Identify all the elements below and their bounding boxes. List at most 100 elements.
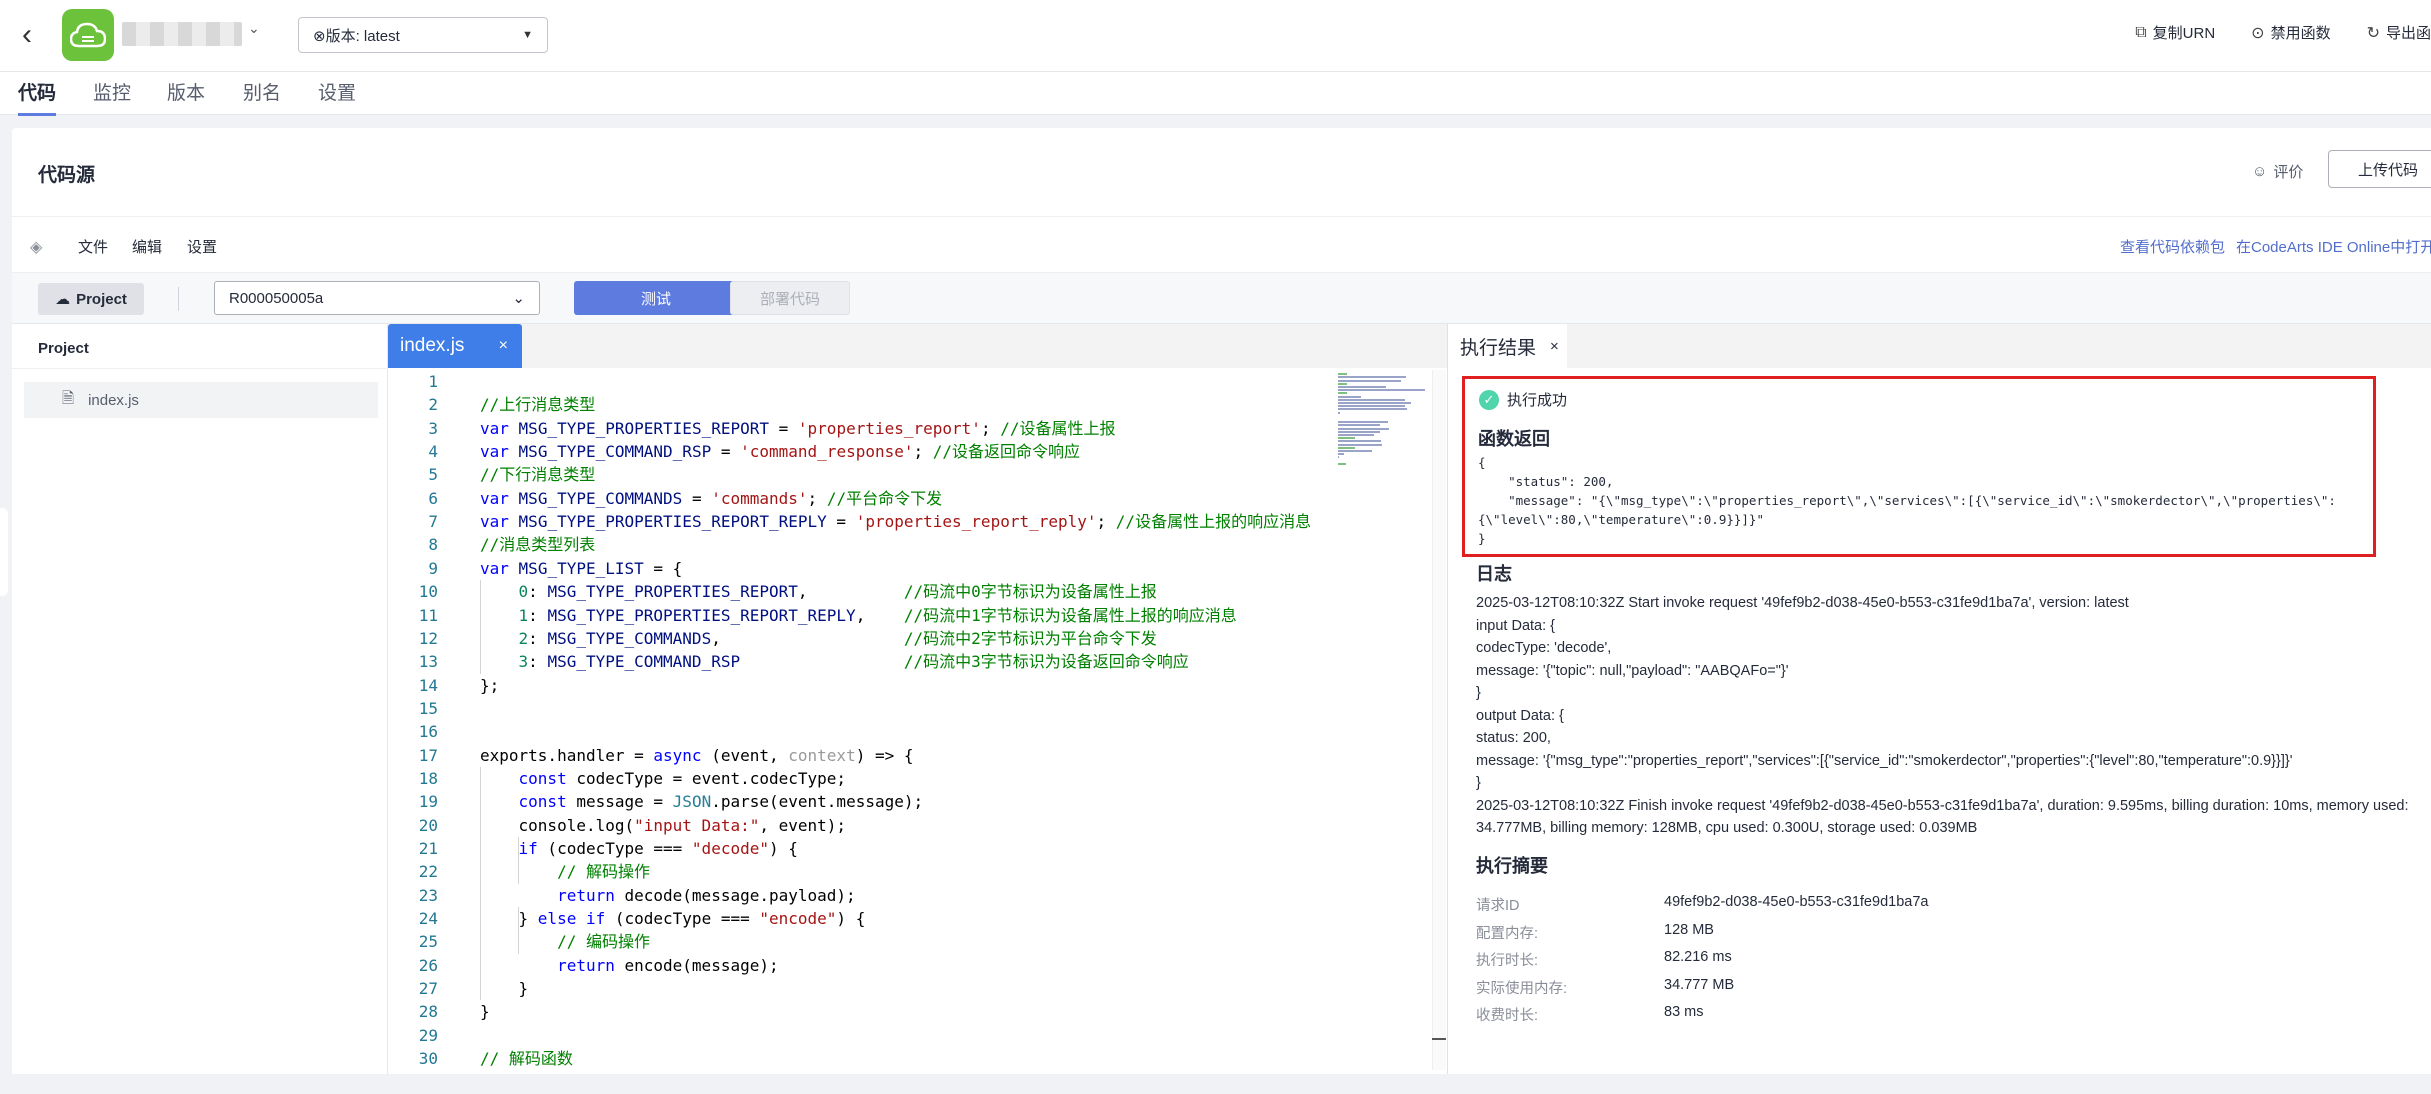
minimap-line bbox=[1338, 398, 1406, 401]
result-tab[interactable]: 执行结果 × bbox=[1452, 324, 1567, 368]
result-highlight-box: ✓ 执行成功 函数返回 { "status": 200, "message": … bbox=[1462, 376, 2376, 557]
line-number: 22 bbox=[418, 862, 438, 882]
minimap-line bbox=[1338, 392, 1347, 395]
code-line[interactable]: 3 var MSG_TYPE_PROPERTIES_REPORT = 'prope… bbox=[388, 417, 1115, 441]
collapse-handle[interactable] bbox=[0, 508, 8, 596]
code-line[interactable]: 14}; bbox=[388, 674, 500, 698]
minimap-line bbox=[1338, 440, 1381, 443]
code-line[interactable]: 29 bbox=[388, 1024, 438, 1048]
result-tabbar: 执行结果 × bbox=[1452, 324, 2431, 368]
minimap-line bbox=[1338, 382, 1347, 385]
code-text: if (codecType === "decode") { bbox=[518, 839, 798, 858]
summary-value: 34.777 MB bbox=[1664, 976, 1735, 993]
code-line[interactable]: 17 exports.handler = async (event, contex… bbox=[388, 744, 914, 768]
project-button[interactable]: ☁ Project bbox=[38, 283, 144, 315]
code-text: var MSG_TYPE_LIST = { bbox=[480, 558, 683, 578]
code-line[interactable]: 24 } else if (codecType === "encode") { bbox=[388, 907, 866, 931]
minimap-line bbox=[1338, 402, 1411, 404]
menu-file[interactable]: 文件 bbox=[78, 236, 108, 257]
code-line[interactable]: 20 console.log("input Data:", event); bbox=[388, 814, 846, 838]
code-line[interactable]: 23 return decode(message.payload); bbox=[388, 884, 856, 908]
view-dependencies-link[interactable]: 查看代码依赖包 bbox=[2120, 236, 2225, 257]
editor-tab-label: index.js bbox=[400, 335, 465, 356]
code-line[interactable]: 5 //下行消息类型 bbox=[388, 463, 595, 487]
chevron-down-icon[interactable]: ⌄ bbox=[248, 20, 260, 37]
code-line[interactable]: 10 0: MSG_TYPE_PROPERTIES_REPORT, //码流中0… bbox=[388, 580, 1157, 604]
log-line: input Data: { bbox=[1476, 617, 1555, 634]
code-text: return decode(message.payload); bbox=[557, 885, 856, 905]
version-select[interactable]: ⊗版本: latest ▼ bbox=[298, 17, 548, 53]
close-icon[interactable]: × bbox=[1550, 338, 1559, 355]
code-line[interactable]: 2 //上行消息类型 bbox=[388, 393, 595, 417]
tab-versions[interactable]: 版本 bbox=[167, 78, 205, 105]
code-line[interactable]: 6 var MSG_TYPE_COMMANDS = 'commands'; //平… bbox=[388, 487, 942, 511]
line-number: 1 bbox=[428, 372, 438, 391]
upload-code-button[interactable]: 上传代码 bbox=[2328, 150, 2431, 188]
test-event-select[interactable]: R000050005a ⌄ bbox=[214, 281, 540, 315]
code-line[interactable]: 21 if (codecType === "decode") { bbox=[388, 837, 798, 861]
file-item-index-js[interactable]: 🗎 index.js bbox=[24, 382, 378, 418]
minimap-line bbox=[1338, 446, 1355, 449]
ide-menubar: ◈ 文件 编辑 设置 查看代码依赖包 在CodeArts IDE Online中… bbox=[12, 216, 2431, 272]
log-line: } bbox=[1476, 775, 1481, 791]
summary-key: 执行时长: bbox=[1476, 953, 1539, 969]
tab-settings[interactable]: 设置 bbox=[318, 78, 356, 105]
deploy-code-button[interactable]: 部署代码 bbox=[730, 281, 850, 315]
status-badge: ✓ 执行成功 bbox=[1479, 389, 1567, 410]
log-line: codecType: 'decode', bbox=[1476, 640, 1612, 656]
code-line[interactable]: 11 1: MSG_TYPE_PROPERTIES_REPORT_REPLY, … bbox=[388, 604, 1237, 628]
code-line[interactable]: 19 const message = JSON.parse(event.mess… bbox=[388, 790, 923, 814]
code-line[interactable]: 30 // 解码函数 bbox=[388, 1047, 573, 1071]
code-line[interactable]: 1 bbox=[388, 370, 438, 394]
code-line[interactable]: 18 const codecType = event.codecType; bbox=[388, 767, 846, 791]
minimap-line bbox=[1338, 408, 1408, 411]
code-text: var MSG_TYPE_PROPERTIES_REPORT_REPLY = '… bbox=[480, 512, 1312, 532]
code-line[interactable]: 8 //消息类型列表 bbox=[388, 533, 595, 557]
minimap-line bbox=[1338, 386, 1387, 388]
export-function-button[interactable]: ↻ 导出函 bbox=[2367, 22, 2431, 43]
test-button[interactable]: 测试 bbox=[574, 281, 738, 315]
code-line[interactable]: 28} bbox=[388, 1000, 490, 1024]
tab-code[interactable]: 代码 bbox=[18, 78, 57, 116]
open-in-codearts-link[interactable]: 在CodeArts IDE Online中打开 bbox=[2236, 236, 2431, 257]
code-line[interactable]: 15 bbox=[388, 697, 438, 721]
menu-edit[interactable]: 编辑 bbox=[132, 236, 162, 257]
code-area[interactable]: 1 2//上行消息类型 3 var MSG_TYPE_PROPERTIES_REPOR… bbox=[388, 368, 1328, 1074]
code-line[interactable]: 7 var MSG_TYPE_PROPERTIES_REPORT_REPLY = … bbox=[388, 510, 1311, 534]
code-line[interactable]: 26 return encode(message); bbox=[388, 954, 779, 978]
log-line: 2025-03-12T08:10:32Z Finish invoke reque… bbox=[1476, 797, 2409, 814]
tab-aliases[interactable]: 别名 bbox=[243, 78, 281, 105]
line-number: 13 bbox=[418, 652, 438, 672]
rate-button[interactable]: ☺ 评价 bbox=[2252, 161, 2303, 182]
back-arrow-icon[interactable]: ‹ bbox=[22, 20, 48, 50]
minimap-line bbox=[1338, 373, 1347, 376]
code-line[interactable]: 12 2: MSG_TYPE_COMMANDS, //码流中2字节标识为平台命令… bbox=[388, 627, 1157, 651]
line-number: 18 bbox=[418, 768, 438, 788]
code-line[interactable]: 22 // 解码操作 bbox=[388, 860, 650, 884]
line-number: 3 bbox=[428, 418, 438, 438]
disable-function-button[interactable]: ⊙ 禁用函数 bbox=[2251, 22, 2330, 43]
code-line[interactable]: 13 3: MSG_TYPE_COMMAND_RSP //码流中3字节标识为设备… bbox=[388, 650, 1189, 674]
code-line[interactable]: 4 var MSG_TYPE_COMMAND_RSP = 'command_res… bbox=[388, 440, 1080, 464]
code-minimap[interactable] bbox=[1338, 370, 1432, 610]
close-icon[interactable]: × bbox=[499, 337, 508, 355]
code-line[interactable]: 25 // 编码操作 bbox=[388, 930, 650, 954]
explorer-title: Project bbox=[38, 340, 89, 357]
disable-function-label: 禁用函数 bbox=[2270, 25, 2331, 42]
menu-settings[interactable]: 设置 bbox=[187, 236, 217, 257]
code-text: exports.handler = async (event, context)… bbox=[480, 745, 914, 765]
copy-urn-button[interactable]: ⧉ 复制URN bbox=[2135, 22, 2215, 43]
code-line[interactable]: 27 } bbox=[388, 977, 528, 1001]
disable-icon: ⊙ bbox=[2251, 24, 2265, 42]
line-number: 19 bbox=[418, 792, 438, 812]
code-line[interactable]: 9 var MSG_TYPE_LIST = { bbox=[388, 557, 682, 581]
tab-monitor[interactable]: 监控 bbox=[93, 78, 131, 105]
return-json: { "status": 200, "message": "{\"msg_type… bbox=[1478, 453, 2336, 548]
return-json-line: { bbox=[1478, 455, 1486, 470]
editor-tab-index-js[interactable]: index.js × bbox=[388, 324, 522, 368]
code-text: 0: MSG_TYPE_PROPERTIES_REPORT, //码流中0字节标… bbox=[518, 582, 1157, 602]
editor-scrollbar[interactable] bbox=[1432, 370, 1446, 1070]
toolbar-divider bbox=[178, 287, 179, 311]
summary-row: 配置内存: 128 MB bbox=[1476, 922, 1714, 943]
code-line[interactable]: 16 bbox=[388, 720, 438, 744]
